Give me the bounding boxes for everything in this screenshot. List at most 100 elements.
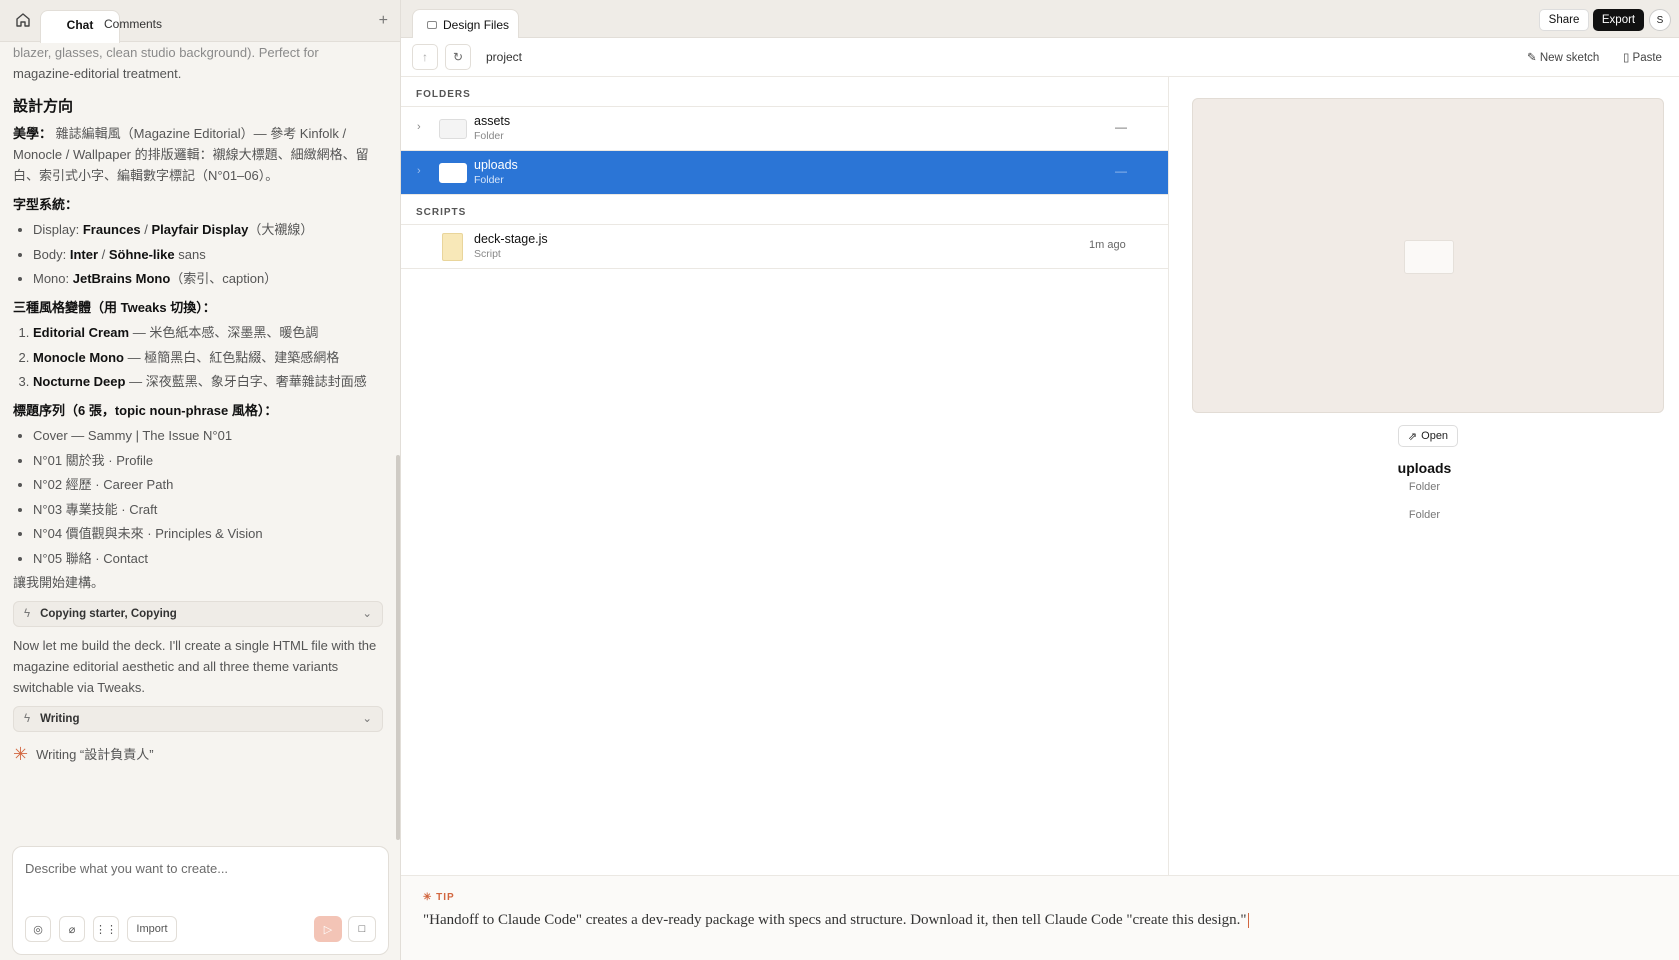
- writing-status: ✳ Writing “設計負責人”: [13, 744, 383, 765]
- prompt-input[interactable]: Describe what you want to create...: [25, 861, 228, 876]
- folder-icon: [1404, 240, 1454, 274]
- settings-icon[interactable]: ◎: [25, 916, 51, 942]
- chevron-down-icon: ⌄: [362, 712, 372, 725]
- list-item: N°02 經歷 · Career Path: [33, 474, 383, 495]
- file-name: assets: [474, 114, 511, 128]
- aesthetic-text: 雜誌編輯風（Magazine Editorial）— 參考 Kinfolk / …: [13, 126, 369, 183]
- chat-panel: Chat Comments + blazer, glasses, clean s…: [0, 0, 401, 960]
- writing-status-text: Writing “設計負責人”: [36, 747, 154, 762]
- preview-thumbnail: [1192, 98, 1664, 413]
- file-list: FOLDERS › assets Folder — › uploads Fold…: [401, 77, 1169, 875]
- folders-heading: FOLDERS: [401, 77, 1168, 107]
- intro-line: blazer, glasses, clean studio background…: [13, 45, 319, 60]
- aesthetic-label: 美學：: [13, 126, 53, 141]
- chevron-right-icon[interactable]: ›: [417, 165, 421, 177]
- export-button[interactable]: Export: [1593, 9, 1644, 31]
- scripts-heading: SCRIPTS: [401, 195, 1168, 225]
- chat-scrollbar[interactable]: [396, 455, 400, 840]
- folder-icon: [439, 163, 467, 183]
- send-icon[interactable]: ▷: [314, 916, 342, 942]
- tool-call-copying[interactable]: ϟ Copying starter, Copying ⌄: [13, 601, 383, 627]
- variants-label: 三種風格變體（用 Tweaks 切換）：: [13, 300, 216, 315]
- tip-banner: ✳ TIP "Handoff to Claude Code" creates a…: [401, 875, 1679, 960]
- file-type: Folder: [474, 174, 504, 186]
- intro-line: magazine-editorial treatment.: [13, 66, 182, 81]
- stop-icon[interactable]: □: [348, 916, 376, 942]
- spinner-star-icon: ✳: [423, 892, 433, 903]
- preview-type: Folder: [1408, 481, 1441, 493]
- preview-pane: ⇗ Open uploads Folder Folder: [1170, 77, 1679, 875]
- file-type: Script: [474, 248, 501, 260]
- composer[interactable]: Describe what you want to create... ◎ ⌀ …: [12, 846, 389, 955]
- audio-icon[interactable]: ⋮⋮: [93, 916, 119, 942]
- chat-transcript[interactable]: blazer, glasses, clean studio background…: [0, 42, 396, 837]
- script-file-icon: [442, 233, 463, 261]
- refresh-icon[interactable]: ↻: [445, 44, 471, 70]
- file-modified: —: [1115, 164, 1127, 178]
- file-row[interactable]: deck-stage.js Script 1m ago: [401, 225, 1168, 269]
- list-item: N°01 關於我 · Profile: [33, 450, 383, 471]
- add-tab-icon[interactable]: +: [379, 12, 388, 30]
- list-item: Display: Fraunces / Playfair Display（大襯線…: [33, 219, 383, 240]
- list-item: N°04 價值觀與未來 · Principles & Vision: [33, 523, 383, 544]
- titles-list: Cover — Sammy | The Issue N°01 N°01 關於我 …: [33, 425, 383, 569]
- chevron-right-icon[interactable]: ›: [417, 121, 421, 133]
- tool-call-writing[interactable]: ϟ Writing ⌄: [13, 706, 383, 732]
- bolt-icon: ϟ: [24, 712, 31, 725]
- titles-label: 標題序列（6 張，topic noun-phrase 風格）：: [13, 403, 278, 418]
- tip-label: ✳ TIP: [423, 892, 455, 903]
- list-item: Monocle Mono — 極簡黑白、紅色點綴、建築感網格: [33, 347, 383, 368]
- top-bar: Design Files Share Export S: [401, 0, 1679, 39]
- build-text: Now let me build the deck. I'll create a…: [13, 638, 377, 695]
- import-button[interactable]: Import: [127, 916, 177, 942]
- type-label: 字型系統：: [13, 197, 79, 212]
- type-list: Display: Fraunces / Playfair Display（大襯線…: [33, 219, 383, 289]
- text-cursor: [1247, 913, 1249, 929]
- list-item: Editorial Cream — 米色紙本感、深墨黑、暖色調: [33, 322, 383, 343]
- variants-list: Editorial Cream — 米色紙本感、深墨黑、暖色調 Monocle …: [33, 322, 383, 392]
- share-button[interactable]: Share: [1539, 9, 1589, 31]
- list-item: Mono: JetBrains Mono（索引、caption）: [33, 268, 383, 289]
- breadcrumb: project: [486, 50, 523, 64]
- tab-design-files[interactable]: Design Files: [412, 9, 519, 39]
- file-toolbar: ↑ ↻ project ✎ New sketch ▯ Paste: [401, 38, 1679, 77]
- tool-call-label: Copying starter, Copying: [40, 607, 177, 620]
- pencil-icon: ✎: [1527, 52, 1537, 64]
- preview-kind: Folder: [1408, 509, 1441, 521]
- file-row[interactable]: › assets Folder —: [401, 107, 1168, 151]
- list-item: Nocturne Deep — 深夜藍黑、象牙白字、奢華雜誌封面感: [33, 371, 383, 392]
- list-item: N°05 聯絡 · Contact: [33, 548, 383, 569]
- design-heading: 設計方向: [13, 98, 74, 115]
- preview-name: uploads: [1397, 460, 1452, 476]
- file-row-selected[interactable]: › uploads Folder —: [401, 151, 1168, 195]
- tip-text: "Handoff to Claude Code" creates a dev-r…: [423, 912, 1249, 929]
- list-item: Body: Inter / Söhne-like sans: [33, 244, 383, 265]
- list-item: Cover — Sammy | The Issue N°01: [33, 425, 383, 446]
- chevron-down-icon: ⌄: [362, 607, 372, 620]
- external-link-icon: ⇗: [1407, 430, 1418, 443]
- tab-comments[interactable]: Comments: [104, 10, 162, 38]
- open-button[interactable]: ⇗ Open: [1398, 425, 1458, 447]
- aesthetic-paragraph: 美學： 雜誌編輯風（Magazine Editorial）— 參考 Kinfol…: [13, 123, 383, 186]
- folder-icon: [439, 119, 467, 139]
- paste-button[interactable]: ▯ Paste: [1623, 50, 1662, 64]
- file-browser: Design Files Share Export S ↑ ↻ project …: [401, 0, 1679, 960]
- file-name: deck-stage.js: [474, 232, 548, 246]
- tab-label: Design Files: [443, 17, 510, 32]
- file-modified: 1m ago: [1089, 239, 1126, 251]
- file-name: uploads: [474, 158, 518, 172]
- tool-call-label: Writing: [40, 712, 80, 725]
- list-item: N°03 專業技能 · Craft: [33, 499, 383, 520]
- spinner-star-icon: ✳: [13, 744, 29, 764]
- new-sketch-button[interactable]: ✎ New sketch: [1527, 50, 1599, 64]
- avatar[interactable]: S: [1649, 9, 1671, 31]
- folder-icon: [427, 20, 437, 29]
- bolt-icon: ϟ: [24, 607, 31, 620]
- up-arrow-icon[interactable]: ↑: [412, 44, 438, 70]
- start-line: 讓我開始建構。: [13, 575, 105, 590]
- file-modified: —: [1115, 120, 1127, 134]
- left-tab-bar: Chat Comments +: [0, 0, 400, 43]
- attach-icon[interactable]: ⌀: [59, 916, 85, 942]
- file-type: Folder: [474, 130, 504, 142]
- home-icon[interactable]: [13, 10, 33, 30]
